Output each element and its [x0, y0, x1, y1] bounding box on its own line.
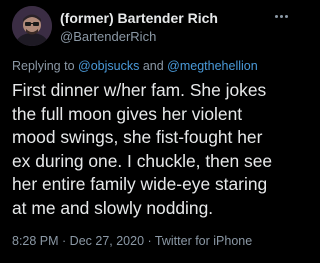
avatar[interactable] — [12, 6, 52, 46]
more-dot — [284, 14, 288, 18]
tweet-text-line: at me and slowly nodding. — [12, 197, 214, 218]
profile-avatar-icon — [12, 6, 52, 46]
tweet-card: (former) Bartender Rich @BartenderRich R… — [0, 0, 300, 263]
tweet-meta: 8:28 PM · Dec 27, 2020 · Twitter for iPh… — [12, 234, 252, 248]
replying-join: and — [139, 59, 168, 73]
more-options-icon[interactable] — [270, 10, 292, 22]
tweet-text-line: First dinner w/her fam. She jokes — [12, 80, 267, 100]
meta-separator: · — [144, 234, 155, 248]
replying-prefix: Replying to — [12, 59, 79, 73]
replying-to: Replying to @objsucks and @megthehellion — [12, 59, 258, 73]
tweet-text-line: her entire family wide-eye staring — [12, 174, 268, 194]
tweet-text: First dinner w/her fam. She jokes the fu… — [12, 79, 294, 220]
tweet-text-line: mood swings, she fist-fought her — [12, 127, 263, 147]
display-name[interactable]: (former) Bartender Rich — [60, 10, 218, 26]
more-dot — [279, 14, 283, 18]
reply-user-link-1[interactable]: @objsucks — [78, 59, 139, 73]
more-dot — [274, 14, 278, 18]
meta-separator: · — [58, 234, 70, 248]
tweet-time[interactable]: 8:28 PM — [12, 234, 59, 248]
reply-user-link-2[interactable]: @megthehellion — [167, 59, 258, 73]
tweet-source[interactable]: Twitter for iPhone — [155, 234, 252, 248]
user-handle[interactable]: @BartenderRich — [60, 29, 156, 44]
tweet-text-line: the full moon gives her violent — [12, 103, 243, 124]
tweet-date[interactable]: Dec 27, 2020 — [70, 234, 144, 248]
tweet-text-line: ex during one. I chuckle, then see — [12, 150, 273, 171]
